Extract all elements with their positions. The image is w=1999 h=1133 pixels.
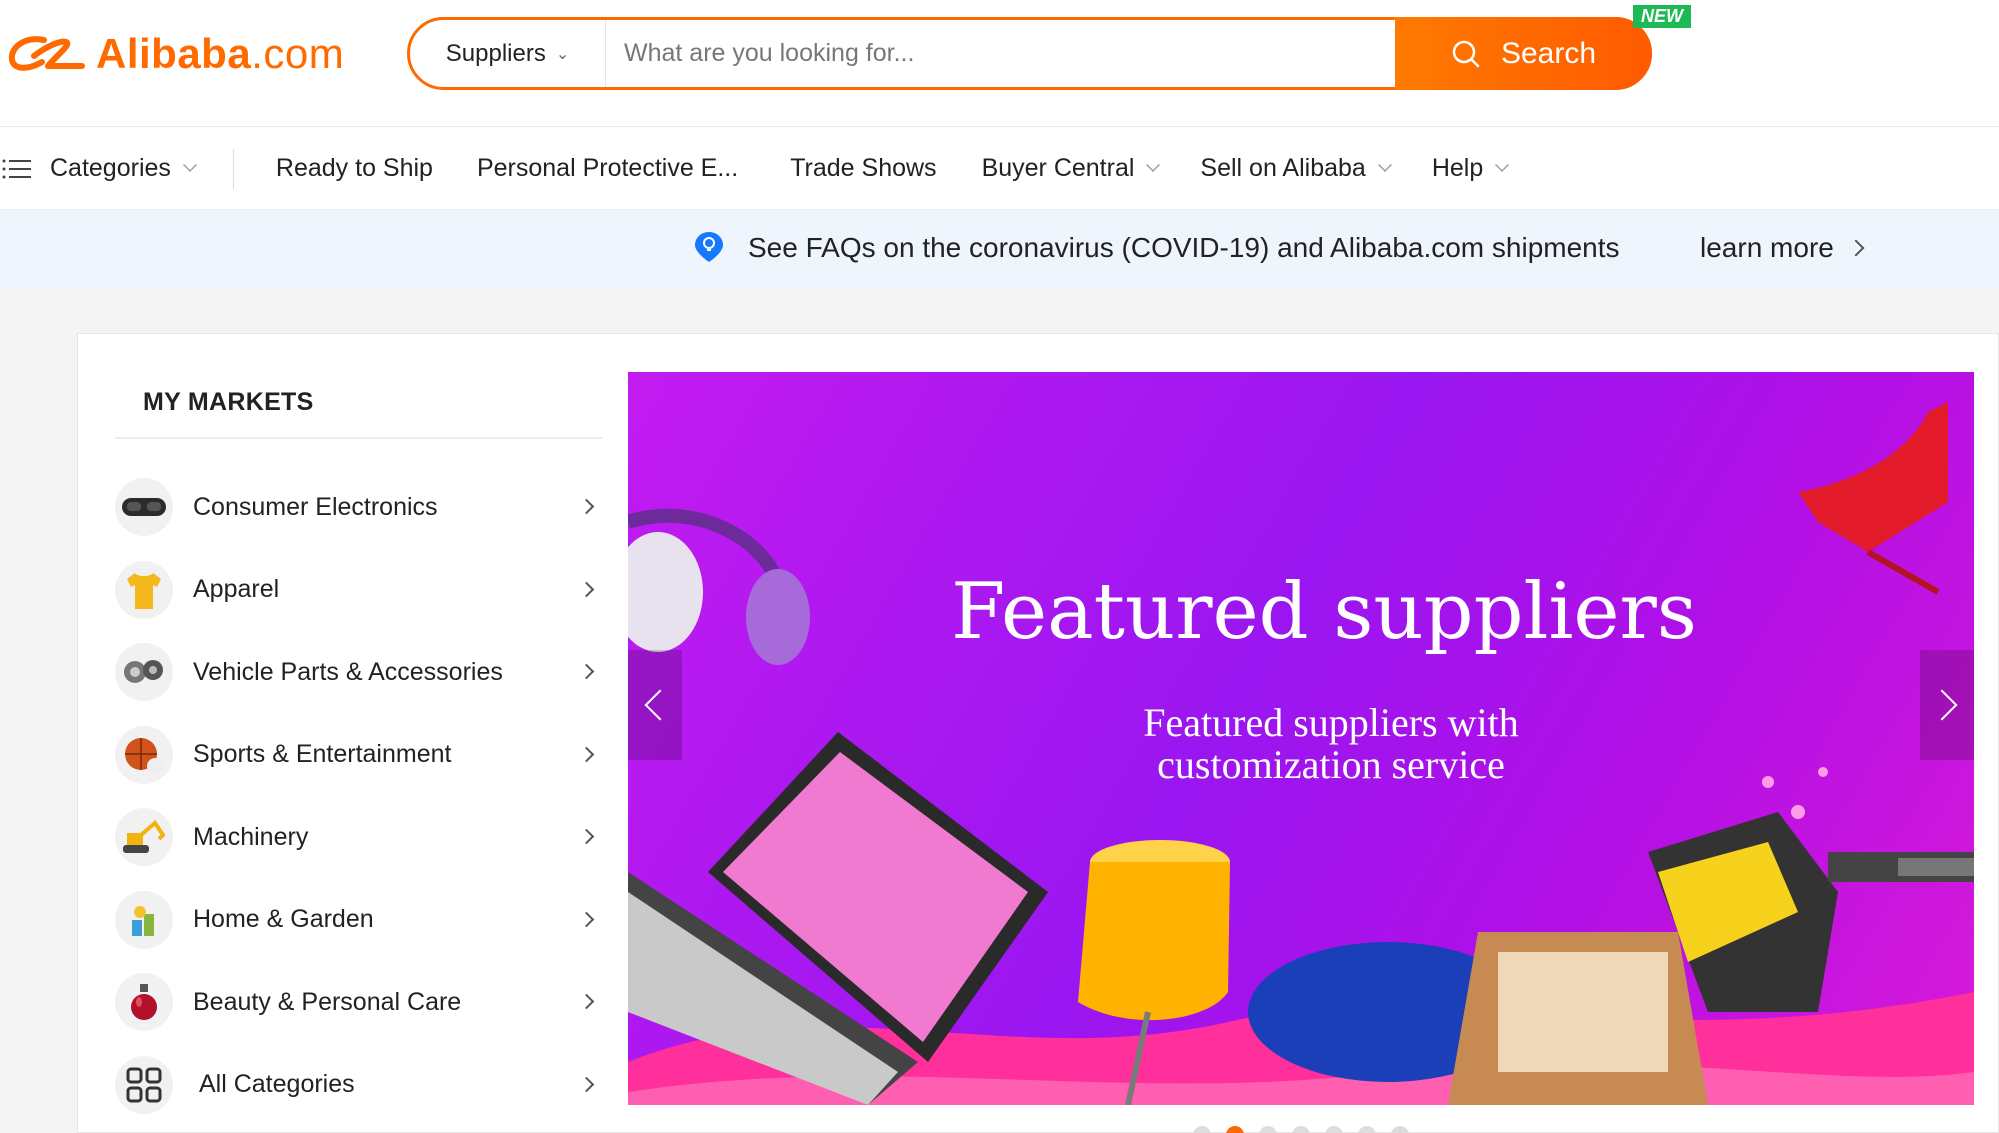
perfume-icon — [115, 973, 173, 1032]
learn-more-label: learn more — [1700, 232, 1834, 263]
learn-more-link[interactable]: learn more — [1700, 232, 1865, 264]
search-type-select[interactable]: Suppliers ⌄ — [410, 20, 606, 87]
nav-ppe[interactable]: Personal Protective E... — [477, 154, 738, 183]
nav-label: Help — [1431, 154, 1484, 182]
top-nav: Categories Ready to Ship Personal Protec… — [0, 128, 1999, 210]
my-markets-title: MY MARKETS — [143, 388, 314, 416]
banner-title: Featured suppliers — [951, 567, 1697, 657]
carousel-dot[interactable] — [1391, 1126, 1409, 1133]
lightbulb-icon — [695, 232, 723, 262]
categories-menu[interactable]: Categories — [0, 148, 234, 189]
carousel-prev-button[interactable] — [628, 650, 682, 760]
carousel-dot[interactable] — [1226, 1126, 1244, 1133]
home-goods-icon — [115, 890, 173, 949]
chevron-right-icon — [578, 746, 595, 762]
hero-banner[interactable]: Featured suppliers Featured suppliers wi… — [628, 372, 1974, 1105]
chevron-down-icon: ⌄ — [555, 45, 570, 63]
market-label: Vehicle Parts & Accessories — [193, 657, 503, 686]
nav-label: Sell on Alibaba — [1200, 154, 1366, 182]
market-label: Machinery — [193, 822, 309, 851]
chevron-down-icon — [1495, 157, 1510, 172]
carousel-dots — [1193, 1126, 1409, 1133]
list-icon — [2, 159, 31, 178]
market-label: Sports & Entertainment — [193, 740, 452, 769]
market-item-all-categories[interactable]: All Categories — [115, 1044, 610, 1127]
chevron-right-icon — [578, 1076, 595, 1092]
search-type-label: Suppliers — [445, 39, 546, 67]
search-button-label: Search — [1500, 36, 1597, 70]
new-badge: NEW — [1633, 5, 1691, 28]
banner-subtitle-line2: customization service — [1157, 742, 1505, 787]
chevron-down-icon — [1377, 157, 1392, 172]
chevron-down-icon — [1146, 157, 1161, 172]
excavator-icon — [115, 808, 173, 867]
nav-trade-shows[interactable]: Trade Shows — [790, 154, 936, 183]
market-label: Beauty & Personal Care — [193, 987, 462, 1016]
car-parts-icon — [115, 643, 173, 702]
market-label: Apparel — [193, 575, 280, 604]
market-item-apparel[interactable]: Apparel — [115, 549, 610, 632]
carousel-dot[interactable] — [1358, 1126, 1376, 1133]
nav-label: Ready to Ship — [275, 154, 433, 182]
chevron-right-icon — [1847, 239, 1865, 257]
logo-text: Alibaba — [96, 30, 252, 77]
nav-label: Personal Protective E... — [476, 154, 739, 182]
carousel-dot[interactable] — [1259, 1126, 1277, 1133]
search-button[interactable]: Search — [1395, 17, 1652, 90]
market-label: All Categories — [199, 1070, 355, 1099]
market-item-machinery[interactable]: Machinery — [115, 796, 610, 879]
chevron-right-icon — [1926, 689, 1958, 721]
chevron-right-icon — [578, 498, 595, 515]
alibaba-logo-icon — [8, 36, 85, 71]
market-label: Consumer Electronics — [193, 492, 438, 521]
basketball-icon — [115, 725, 173, 784]
carousel-dot[interactable] — [1193, 1126, 1211, 1133]
search-icon — [1452, 40, 1480, 67]
carousel-next-button[interactable] — [1920, 650, 1974, 760]
market-item-vehicle-parts[interactable]: Vehicle Parts & Accessories — [115, 631, 610, 714]
market-item-sports[interactable]: Sports & Entertainment — [115, 714, 610, 797]
nav-ready-to-ship[interactable]: Ready to Ship — [276, 154, 433, 183]
chevron-right-icon — [578, 993, 595, 1010]
nav-sell-on-alibaba[interactable]: Sell on Alibaba — [1200, 154, 1392, 183]
carousel-dot[interactable] — [1325, 1126, 1343, 1133]
chevron-right-icon — [578, 828, 595, 845]
market-item-beauty[interactable]: Beauty & Personal Care — [115, 961, 610, 1044]
search-bar: Suppliers ⌄ Search — [407, 17, 1652, 90]
logo-suffix: .com — [251, 30, 345, 77]
chevron-left-icon — [644, 689, 676, 721]
carousel-dot[interactable] — [1292, 1126, 1310, 1133]
chevron-right-icon — [578, 663, 595, 680]
header: Alibaba.com Suppliers ⌄ Search NEW — [0, 0, 1999, 127]
chevron-down-icon — [182, 157, 197, 172]
market-item-home-garden[interactable]: Home & Garden — [115, 879, 610, 962]
divider — [115, 437, 602, 439]
categories-label: Categories — [50, 154, 171, 182]
chevron-right-icon — [578, 581, 595, 597]
nav-label: Trade Shows — [790, 154, 937, 182]
grid-icon — [115, 1055, 173, 1114]
market-label: Home & Garden — [193, 905, 374, 934]
alibaba-logo[interactable]: Alibaba.com — [4, 26, 344, 82]
market-list: Consumer Electronics Apparel Vehicle Par… — [115, 466, 610, 1126]
nav-label: Buyer Central — [981, 154, 1135, 182]
nav-help[interactable]: Help — [1431, 154, 1510, 183]
nav-buyer-central[interactable]: Buyer Central — [982, 154, 1161, 183]
market-item-consumer-electronics[interactable]: Consumer Electronics — [115, 466, 610, 549]
covid-notice-bar: See FAQs on the coronavirus (COVID-19) a… — [0, 210, 1999, 288]
banner-subtitle-line1: Featured suppliers with — [1143, 700, 1519, 745]
vr-headset-icon — [115, 478, 173, 537]
banner-subtitle: Featured suppliers with customization se… — [628, 702, 1974, 786]
chevron-right-icon — [578, 911, 595, 927]
tshirt-icon — [115, 560, 173, 619]
notice-text: See FAQs on the coronavirus (COVID-19) a… — [748, 232, 1620, 263]
